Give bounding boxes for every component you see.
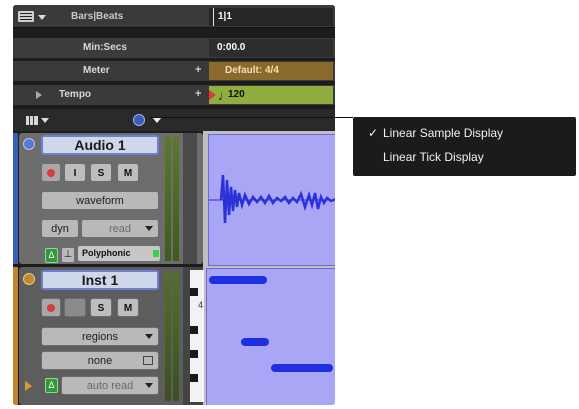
inst-mute-button[interactable]: M [117,298,139,317]
ruler-row-meter: Meter + Default: 4/4 [13,61,335,81]
inst-automation-mode-label: auto read [86,380,134,392]
audio-track-meter [165,137,171,261]
midi-mini-keyboard[interactable]: 4 [190,270,204,402]
inst-view-selector[interactable]: regions [41,327,159,346]
inst-automation-label-text: none [87,355,113,367]
checkmark-icon: ✓ [368,126,379,140]
menu-item-linear-sample-display[interactable]: Linear Sample Display [383,126,503,140]
inst-track-select-icon[interactable] [23,273,35,285]
ruler-label-bars-beats: Bars|Beats [71,11,124,22]
audio-plugin-name[interactable]: Polyphonic [77,245,161,262]
inst-automation-label[interactable]: none [41,351,159,370]
meter-value: Default: 4/4 [225,65,279,76]
tempo-marker-icon[interactable] [209,90,216,100]
audio-automation-label[interactable]: dyn [41,219,79,238]
inst-record-button[interactable] [41,298,61,317]
ruler-row-tempo: Tempo + ♩ 120 [13,85,335,105]
audio-waveform [209,174,335,224]
edit-window: Bars|Beats 1|1 Min:Secs 0:00.0 Meter + D… [13,5,335,405]
ruler-label-min-secs: Min:Secs [83,42,127,53]
meter-lane: Default: 4/4 [209,62,333,80]
keyboard-octave-label: 4 [198,300,204,310]
audio-automation-mode-label: read [108,223,132,235]
add-meter-button[interactable]: + [195,64,201,76]
callout-line [150,117,353,118]
audio-view-selector[interactable]: waveform [41,191,159,210]
window-overlap-icon [143,356,153,365]
audio-track-color-bar [13,133,18,264]
track-list-dropdown-icon[interactable] [41,118,49,123]
audio-track-name[interactable]: Audio 1 [41,135,159,155]
track-list-icon[interactable] [26,116,38,125]
tempo-value: 120 [228,89,245,100]
ruler-row-min-secs: Min:Secs 0:00.0 [13,38,335,58]
audio-track-edge [183,133,197,264]
inst-track-meter [165,271,171,401]
audio-automation-label-text: dyn [51,223,69,235]
playhead-marker [213,8,214,26]
min-secs-value: 0:00.0 [217,42,246,53]
inst-solo-button[interactable]: S [90,298,112,317]
audio-elastic-icon[interactable]: ⊥ [61,247,75,263]
inst-view-selector-label: regions [81,331,119,343]
audio-solo-button[interactable]: S [90,163,112,182]
timebase-popup-menu: ✓ Linear Sample Display Linear Tick Disp… [353,117,576,176]
inst-track-name[interactable]: Inst 1 [41,270,159,290]
midi-note[interactable] [209,276,267,284]
min-secs-lane: 0:00.0 [209,39,333,57]
audio-track-meter-2 [173,137,179,261]
timebase-clock-icon[interactable] [133,114,145,126]
audio-plugin-icon[interactable]: Δ [45,248,58,263]
midi-note[interactable] [241,338,269,346]
tempo-expand-icon[interactable] [36,91,42,99]
audio-mute-button[interactable]: M [117,163,139,182]
tempo-lane: ♩ 120 [209,86,333,104]
audio-view-selector-label: waveform [76,195,124,207]
ruler-row-bars-beats: Bars|Beats 1|1 [13,7,335,27]
audio-plugin-status-led [153,250,159,257]
audio-track-select-icon[interactable] [23,138,35,150]
audio-record-button[interactable] [41,163,61,182]
bars-beats-lane: 1|1 [209,8,333,26]
add-tempo-button[interactable]: + [195,88,201,100]
inst-expand-icon[interactable] [25,381,32,391]
inst-automation-mode-selector[interactable]: auto read [61,376,159,395]
inst-plugin-icon[interactable]: Δ [45,378,58,393]
record-dot-icon [47,304,55,313]
track-view-toolbar [13,109,335,131]
midi-note[interactable] [271,364,333,372]
audio-clip[interactable] [208,134,335,266]
inst-track-meter-2 [173,271,179,401]
menu-item-linear-tick-display[interactable]: Linear Tick Display [383,150,484,164]
record-dot-icon [47,169,55,178]
inst-track-color-bar [13,267,18,405]
bars-beats-value: 1|1 [218,11,232,22]
midi-clip[interactable] [206,268,335,405]
inst-empty-slot [64,298,86,317]
ruler-label-meter: Meter [83,65,110,76]
audio-automation-mode-selector[interactable]: read [81,219,159,238]
ruler-label-tempo: Tempo [59,89,92,100]
audio-input-monitor-button[interactable]: I [64,163,86,182]
